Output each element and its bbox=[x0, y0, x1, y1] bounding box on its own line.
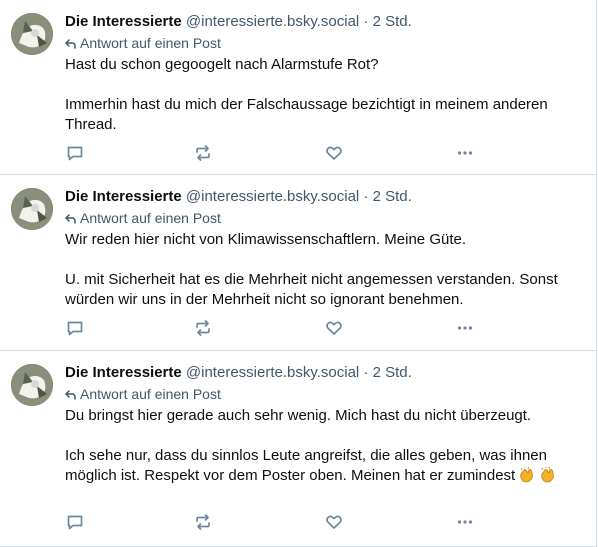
author-handle[interactable]: @interessierte.bsky.social bbox=[186, 188, 359, 205]
speech-bubble-icon bbox=[67, 515, 83, 530]
post-time[interactable]: 2 Std. bbox=[373, 364, 412, 381]
post-1[interactable]: Die Interessierte @interessierte.bsky.so… bbox=[0, 0, 597, 175]
thread-feed: Die Interessierte @interessierte.bsky.so… bbox=[0, 0, 597, 547]
post-text-line: Du bringst hier gerade auch sehr wenig. … bbox=[65, 407, 532, 424]
reply-arrow-icon bbox=[65, 214, 76, 224]
reply-button[interactable] bbox=[65, 143, 85, 163]
ellipsis-icon bbox=[457, 520, 473, 524]
ellipsis-icon bbox=[457, 326, 473, 330]
avatar[interactable] bbox=[11, 364, 53, 406]
post-header: Die Interessierte @interessierte.bsky.so… bbox=[65, 11, 585, 33]
more-options-button[interactable] bbox=[455, 512, 475, 532]
post-content: Die Interessierte @interessierte.bsky.so… bbox=[65, 186, 585, 310]
author-handle[interactable]: @interessierte.bsky.social bbox=[186, 364, 359, 381]
repost-button[interactable] bbox=[193, 143, 213, 163]
repost-arrows-icon bbox=[196, 514, 210, 530]
post-actions bbox=[65, 512, 495, 532]
speech-bubble-icon bbox=[67, 146, 83, 161]
repost-arrows-icon bbox=[196, 145, 210, 161]
post-3[interactable]: Die Interessierte @interessierte.bsky.so… bbox=[0, 351, 597, 547]
author-name[interactable]: Die Interessierte bbox=[65, 364, 182, 381]
header-separator: · bbox=[363, 13, 369, 30]
heart-icon bbox=[326, 321, 342, 335]
post-2[interactable]: Die Interessierte @interessierte.bsky.so… bbox=[0, 175, 597, 351]
header-separator: · bbox=[363, 364, 369, 381]
like-button[interactable] bbox=[324, 318, 344, 338]
post-text-paragraph: Ich sehe nur, dass du sinnlos Leute angr… bbox=[65, 446, 585, 486]
post-actions bbox=[65, 318, 495, 338]
reply-label: Antwort auf einen Post bbox=[80, 210, 221, 226]
reply-button[interactable] bbox=[65, 318, 85, 338]
reply-label: Antwort auf einen Post bbox=[80, 386, 221, 402]
post-text-line: Hast du schon gegoogelt nach Alarmstufe … bbox=[65, 56, 379, 73]
like-button[interactable] bbox=[324, 143, 344, 163]
post-content: Die Interessierte @interessierte.bsky.so… bbox=[65, 11, 585, 135]
author-name[interactable]: Die Interessierte bbox=[65, 188, 182, 205]
reply-indicator[interactable]: Antwort auf einen Post bbox=[65, 33, 585, 53]
post-text-line: Ich sehe nur, dass du sinnlos Leute angr… bbox=[65, 447, 547, 484]
repost-button[interactable] bbox=[193, 318, 213, 338]
speech-bubble-icon bbox=[67, 321, 83, 336]
post-header: Die Interessierte @interessierte.bsky.so… bbox=[65, 362, 585, 384]
author-name[interactable]: Die Interessierte bbox=[65, 13, 182, 30]
ellipsis-icon bbox=[457, 151, 473, 155]
post-actions bbox=[65, 143, 495, 163]
post-content: Die Interessierte @interessierte.bsky.so… bbox=[65, 362, 585, 486]
more-options-button[interactable] bbox=[455, 318, 475, 338]
clapping-hands-icon bbox=[540, 466, 556, 483]
repost-button[interactable] bbox=[193, 512, 213, 532]
heart-icon bbox=[326, 146, 342, 160]
avatar[interactable] bbox=[11, 13, 53, 55]
header-separator: · bbox=[363, 188, 369, 205]
post-text: Du bringst hier gerade auch sehr wenig. … bbox=[65, 406, 585, 486]
reply-arrow-icon bbox=[65, 390, 76, 400]
avatar[interactable] bbox=[11, 188, 53, 230]
post-text-line: Wir reden hier nicht von Klimawissenscha… bbox=[65, 231, 467, 248]
heart-icon bbox=[326, 515, 342, 529]
reply-arrow-icon bbox=[65, 39, 76, 49]
clapping-hands-icon bbox=[519, 466, 535, 483]
reply-button[interactable] bbox=[65, 512, 85, 532]
post-time[interactable]: 2 Std. bbox=[373, 188, 412, 205]
reply-indicator[interactable]: Antwort auf einen Post bbox=[65, 384, 585, 404]
repost-arrows-icon bbox=[196, 320, 210, 336]
post-text-line: Immerhin hast du mich der Falschaussage … bbox=[65, 96, 548, 133]
post-text: Wir reden hier nicht von Klimawissenscha… bbox=[65, 230, 585, 310]
reply-label: Antwort auf einen Post bbox=[80, 35, 221, 51]
more-options-button[interactable] bbox=[455, 143, 475, 163]
like-button[interactable] bbox=[324, 512, 344, 532]
post-header: Die Interessierte @interessierte.bsky.so… bbox=[65, 186, 585, 208]
author-handle[interactable]: @interessierte.bsky.social bbox=[186, 13, 359, 30]
post-time[interactable]: 2 Std. bbox=[373, 13, 412, 30]
post-text: Hast du schon gegoogelt nach Alarmstufe … bbox=[65, 55, 585, 135]
reply-indicator[interactable]: Antwort auf einen Post bbox=[65, 208, 585, 228]
post-text-line: U. mit Sicherheit hat es die Mehrheit ni… bbox=[65, 271, 558, 308]
